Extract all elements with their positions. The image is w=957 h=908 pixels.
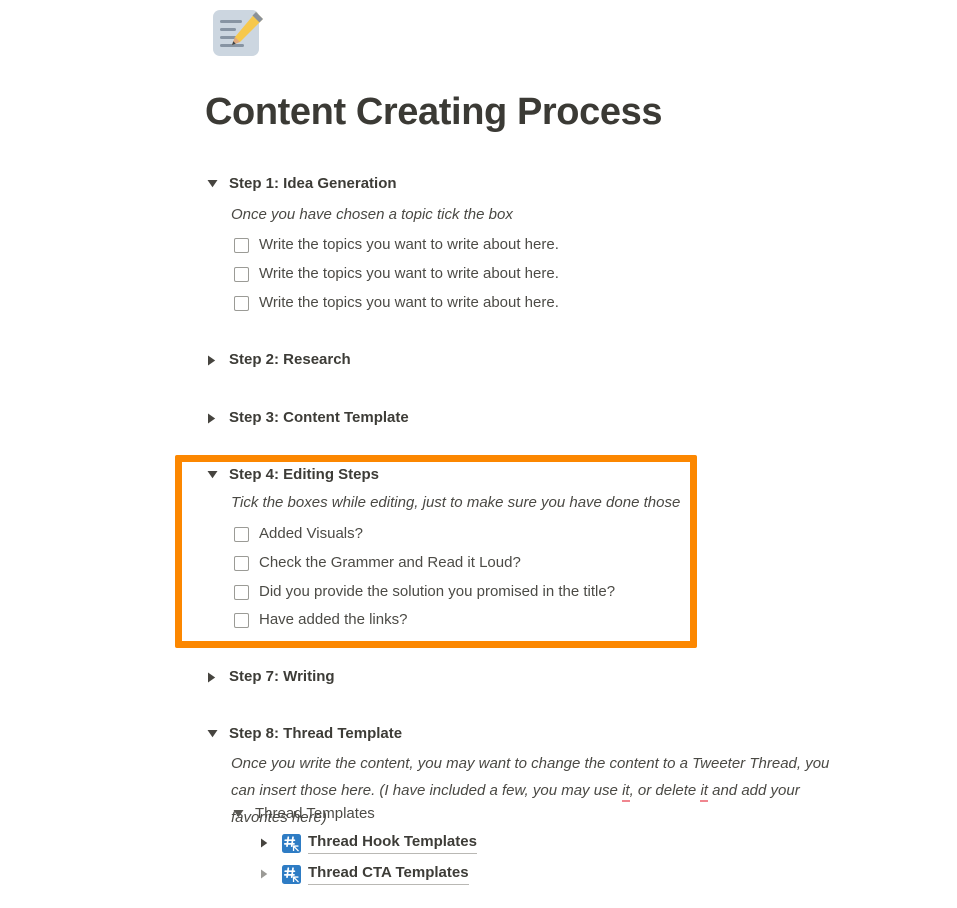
checkbox-row-4-2[interactable]: Check the Grammer and Read it Loud? <box>234 553 521 573</box>
checkbox-icon[interactable] <box>234 612 249 628</box>
step-4-label: Step 4: Editing Steps <box>229 466 380 483</box>
toggle-step-8[interactable]: Step 8: Thread Template <box>207 724 402 744</box>
toggle-step-1[interactable]: Step 1: Idea Generation <box>207 174 397 194</box>
checkbox-icon[interactable] <box>234 555 249 571</box>
thread-templates-label: Thread Templates <box>255 805 375 822</box>
checkbox-icon[interactable] <box>234 237 249 253</box>
checkbox-label: Added Visuals? <box>259 525 363 542</box>
step-2-label: Step 2: Research <box>229 351 351 368</box>
checkbox-label: Write the topics you want to write about… <box>259 265 559 282</box>
spellcheck-word-1: it <box>622 782 630 802</box>
step-1-label: Step 1: Idea Generation <box>229 175 397 192</box>
link-row-thread-hook-templates[interactable]: Thread Hook Templates <box>260 832 477 854</box>
chevron-down-icon[interactable] <box>207 724 221 744</box>
step-8-label: Step 8: Thread Template <box>229 725 403 742</box>
chevron-down-icon[interactable] <box>207 174 221 194</box>
checkbox-row-4-4[interactable]: Have added the links? <box>234 610 407 630</box>
hash-link-icon <box>282 864 301 884</box>
checkbox-label: Check the Grammer and Read it Loud? <box>259 554 521 571</box>
checkbox-label: Write the topics you want to write about… <box>259 236 559 253</box>
checkbox-label: Have added the links? <box>259 611 408 628</box>
checkbox-icon[interactable] <box>234 295 249 311</box>
checkbox-label: Did you provide the solution you promise… <box>259 583 616 600</box>
checkbox-icon[interactable] <box>234 266 249 282</box>
checkbox-row-4-3[interactable]: Did you provide the solution you promise… <box>234 582 615 602</box>
checkbox-row-1-2[interactable]: Write the topics you want to write about… <box>234 264 559 284</box>
link-label[interactable]: Thread CTA Templates <box>308 863 469 885</box>
toggle-step-7[interactable]: Step 7: Writing <box>207 667 335 687</box>
page-title: Content Creating Process <box>205 91 663 133</box>
toggle-step-3[interactable]: Step 3: Content Template <box>207 408 409 428</box>
document-page: Content Creating Process Step 1: Idea Ge… <box>0 0 957 908</box>
chevron-right-icon[interactable] <box>207 667 221 687</box>
checkbox-label: Write the topics you want to write about… <box>259 294 559 311</box>
chevron-right-icon[interactable] <box>260 834 272 852</box>
chevron-right-icon[interactable] <box>207 350 221 370</box>
chevron-right-icon[interactable] <box>260 865 272 883</box>
checkbox-row-4-1[interactable]: Added Visuals? <box>234 524 363 544</box>
step-3-label: Step 3: Content Template <box>229 409 409 426</box>
checkbox-icon[interactable] <box>234 584 249 600</box>
step-4-note: Tick the boxes while editing, just to ma… <box>231 494 681 511</box>
toggle-thread-templates[interactable]: Thread Templates <box>233 804 375 824</box>
hash-link-icon <box>282 833 301 853</box>
chevron-right-icon[interactable] <box>207 408 221 428</box>
toggle-step-2[interactable]: Step 2: Research <box>207 350 351 370</box>
step-7-label: Step 7: Writing <box>229 668 335 685</box>
step-8-note-line2a: insert those here. (I have included a fe… <box>259 782 623 799</box>
checkbox-row-1-3[interactable]: Write the topics you want to write about… <box>234 293 559 313</box>
memo-pencil-icon[interactable] <box>210 8 266 58</box>
chevron-down-icon[interactable] <box>207 465 221 485</box>
link-label[interactable]: Thread Hook Templates <box>308 832 477 854</box>
link-row-thread-cta-templates[interactable]: Thread CTA Templates <box>260 863 469 885</box>
checkbox-icon[interactable] <box>234 526 249 542</box>
toggle-step-4[interactable]: Step 4: Editing Steps <box>207 465 379 485</box>
checkbox-row-1-1[interactable]: Write the topics you want to write about… <box>234 235 559 255</box>
chevron-down-icon[interactable] <box>233 804 247 824</box>
step-1-note: Once you have chosen a topic tick the bo… <box>231 206 513 223</box>
spellcheck-word-2: it <box>700 782 708 802</box>
step-8-note-line2b: , or delete <box>629 782 701 799</box>
